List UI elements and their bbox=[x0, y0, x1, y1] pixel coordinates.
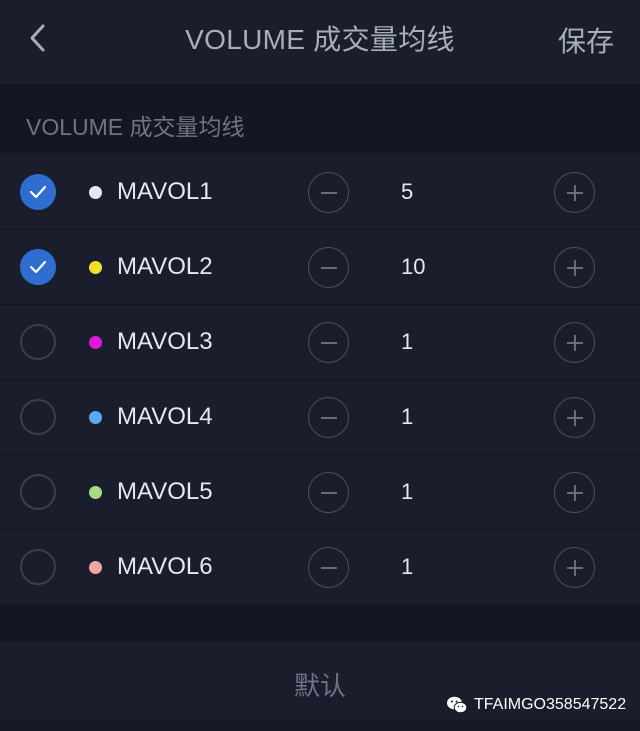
enable-checkbox[interactable] bbox=[20, 249, 56, 285]
decrease-button[interactable] bbox=[308, 547, 349, 588]
checkmark-icon bbox=[29, 185, 47, 199]
series-color-dot bbox=[89, 561, 102, 574]
period-value[interactable]: 1 bbox=[401, 479, 413, 505]
plus-icon bbox=[566, 559, 583, 576]
series-name: MAVOL4 bbox=[117, 403, 213, 430]
series-name: MAVOL2 bbox=[117, 253, 213, 280]
period-value[interactable]: 5 bbox=[401, 179, 413, 205]
enable-checkbox[interactable] bbox=[20, 324, 56, 360]
watermark: TFAIMGO358547522 bbox=[446, 693, 626, 717]
decrease-button[interactable] bbox=[308, 472, 349, 513]
section-header: VOLUME 成交量均线 bbox=[0, 90, 640, 152]
increase-button[interactable] bbox=[554, 547, 595, 588]
enable-checkbox[interactable] bbox=[20, 399, 56, 435]
decrease-button[interactable] bbox=[308, 172, 349, 213]
enable-checkbox[interactable] bbox=[20, 474, 56, 510]
period-value[interactable]: 1 bbox=[401, 404, 413, 430]
minus-icon bbox=[320, 266, 337, 269]
series-color-dot bbox=[89, 186, 102, 199]
decrease-button[interactable] bbox=[308, 247, 349, 288]
minus-icon bbox=[320, 566, 337, 569]
mavol-row-4: MAVOL4 1 bbox=[0, 380, 640, 455]
enable-checkbox[interactable] bbox=[20, 549, 56, 585]
minus-icon bbox=[320, 191, 337, 194]
checkmark-icon bbox=[29, 260, 47, 274]
enable-checkbox[interactable] bbox=[20, 174, 56, 210]
series-color-dot bbox=[89, 261, 102, 274]
series-color-dot bbox=[89, 486, 102, 499]
series-color-dot bbox=[89, 336, 102, 349]
series-name: MAVOL3 bbox=[117, 328, 213, 355]
increase-button[interactable] bbox=[554, 247, 595, 288]
series-name: MAVOL6 bbox=[117, 553, 213, 580]
plus-icon bbox=[566, 259, 583, 276]
plus-icon bbox=[566, 334, 583, 351]
minus-icon bbox=[320, 416, 337, 419]
decrease-button[interactable] bbox=[308, 322, 349, 363]
minus-icon bbox=[320, 341, 337, 344]
period-value[interactable]: 10 bbox=[401, 254, 425, 280]
mavol-row-2: MAVOL2 10 bbox=[0, 230, 640, 305]
mavol-row-3: MAVOL3 1 bbox=[0, 305, 640, 380]
increase-button[interactable] bbox=[554, 397, 595, 438]
period-value[interactable]: 1 bbox=[401, 554, 413, 580]
increase-button[interactable] bbox=[554, 322, 595, 363]
mavol-row-6: MAVOL6 1 bbox=[0, 530, 640, 605]
plus-icon bbox=[566, 184, 583, 201]
save-button[interactable]: 保存 bbox=[558, 20, 614, 60]
top-navbar: VOLUME 成交量均线 保存 bbox=[0, 0, 640, 84]
increase-button[interactable] bbox=[554, 172, 595, 213]
watermark-text: TFAIMGO358547522 bbox=[474, 696, 627, 713]
decrease-button[interactable] bbox=[308, 397, 349, 438]
plus-icon bbox=[566, 484, 583, 501]
minus-icon bbox=[320, 491, 337, 494]
period-value[interactable]: 1 bbox=[401, 329, 413, 355]
mavol-row-5: MAVOL5 1 bbox=[0, 455, 640, 530]
mavol-row-1: MAVOL1 5 bbox=[0, 155, 640, 230]
plus-icon bbox=[566, 409, 583, 426]
series-name: MAVOL5 bbox=[117, 478, 213, 505]
section-title: VOLUME 成交量均线 bbox=[26, 114, 245, 140]
section-gap bbox=[0, 606, 640, 642]
page-title: VOLUME 成交量均线 bbox=[185, 24, 455, 55]
series-name: MAVOL1 bbox=[117, 178, 213, 205]
increase-button[interactable] bbox=[554, 472, 595, 513]
series-color-dot bbox=[89, 411, 102, 424]
wechat-icon bbox=[447, 696, 468, 714]
mavol-list: MAVOL1 5 MAVOL2 10 MAVOL3 1 MAVOL4 1 MAV… bbox=[0, 155, 640, 605]
